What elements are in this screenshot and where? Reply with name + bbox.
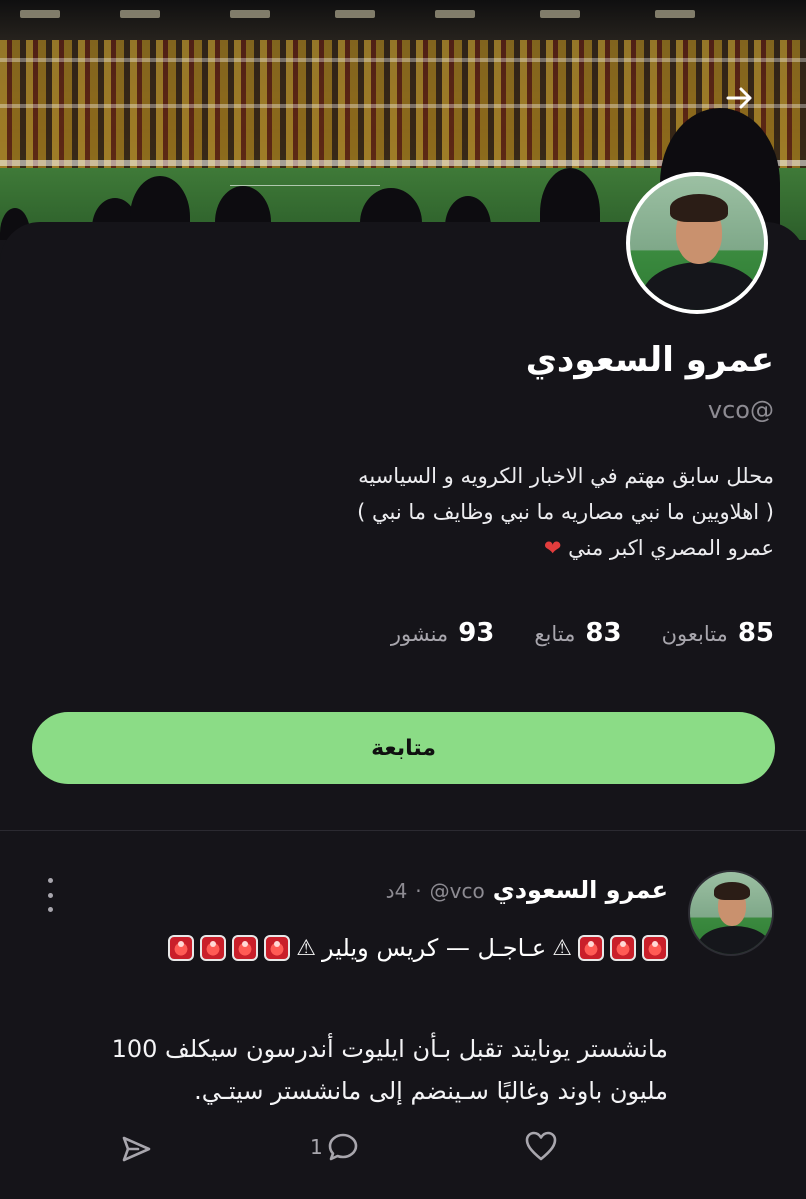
follow-button[interactable]: متابعة: [32, 712, 775, 784]
stadium-light: [120, 10, 160, 18]
bio-line: ( اهلاويين ما نبي مصاريه ما نبي وظايف ما…: [357, 500, 774, 524]
avatar-shirt: [698, 926, 770, 954]
followers-label: متابعون: [661, 622, 728, 646]
section-divider: [0, 830, 806, 831]
post-author-name[interactable]: عمرو السعودي: [493, 876, 668, 904]
avatar-hair: [670, 194, 728, 222]
following-label: متابع: [534, 622, 576, 646]
profile-display-name: عمرو السعودي: [525, 340, 774, 380]
stadium-light: [435, 10, 475, 18]
dot: [47, 907, 53, 912]
profile-stats: 85 متابعون 83 متابع 93 منشور: [391, 618, 774, 648]
dot: [47, 892, 53, 898]
post-headline: ⚠ عـاجـل — كريس ويلير ⚠: [168, 934, 668, 962]
stadium-light: [230, 10, 270, 18]
stadium-light: [335, 10, 375, 18]
stadium-light: [655, 10, 695, 18]
warning-emoji: ⚠: [552, 935, 572, 961]
heart-icon[interactable]: [524, 1130, 558, 1162]
post-header: عمرو السعودي @vco · 4د: [386, 876, 668, 904]
profile-handle: vco@: [707, 396, 774, 424]
siren-emoji: [642, 935, 668, 961]
posts-label: منشور: [390, 622, 449, 646]
warning-emoji: ⚠: [296, 935, 317, 961]
comment-icon: [328, 1133, 358, 1161]
post-actions: 1: [0, 1130, 806, 1170]
profile-bio: محلل سابق مهتم في الاخبار الكرويه و السي…: [74, 458, 774, 566]
arrow-right-icon[interactable]: [722, 80, 758, 116]
followers-count: 85: [737, 618, 774, 648]
post-author-handle: @vco: [429, 879, 485, 903]
dot: [47, 878, 53, 883]
bio-line-text: عمرو المصري اكبر مني: [568, 536, 774, 560]
post-separator: ·: [415, 879, 422, 903]
avatar-shirt: [642, 262, 760, 310]
siren-emoji: [264, 935, 291, 961]
stadium-light: [540, 10, 580, 18]
siren-emoji: [200, 935, 227, 961]
bio-line: محلل سابق مهتم في الاخبار الكرويه و السي…: [358, 464, 774, 488]
headline-text: عـاجـل — كريس ويلير: [322, 934, 547, 962]
posts-stat[interactable]: 93 منشور: [391, 618, 495, 648]
avatar[interactable]: [626, 172, 768, 314]
reply-count: 1: [310, 1135, 323, 1159]
siren-emoji: [232, 935, 259, 961]
send-icon[interactable]: [120, 1134, 152, 1164]
siren-emoji: [578, 935, 604, 961]
followers-stat[interactable]: 85 متابعون: [662, 618, 774, 648]
siren-emoji: [168, 935, 195, 961]
stadium-light: [20, 10, 60, 18]
posts-count: 93: [458, 618, 495, 648]
avatar-hair: [714, 882, 750, 900]
heart-emoji: ❤: [543, 536, 562, 560]
stand-divider: [0, 104, 806, 108]
pitch-line: [230, 185, 380, 186]
post-timestamp: 4د: [385, 879, 408, 903]
stadium-roof: [0, 0, 806, 40]
more-vertical-icon[interactable]: [40, 878, 60, 912]
post-body: مانشستر يونايتد تقبل بـأن ايليوت أندرسون…: [111, 1035, 668, 1105]
stand-divider: [0, 58, 806, 62]
profile-screen: عمرو السعودي vco@ محلل سابق مهتم في الاخ…: [0, 0, 806, 1199]
following-count: 83: [585, 618, 622, 648]
reply-action[interactable]: 1: [310, 1132, 359, 1162]
siren-emoji: [610, 935, 636, 961]
following-stat[interactable]: 83 متابع: [534, 618, 621, 648]
bio-line: عمرو المصري اكبر مني ❤: [74, 530, 774, 566]
post-author-avatar[interactable]: [688, 870, 774, 956]
